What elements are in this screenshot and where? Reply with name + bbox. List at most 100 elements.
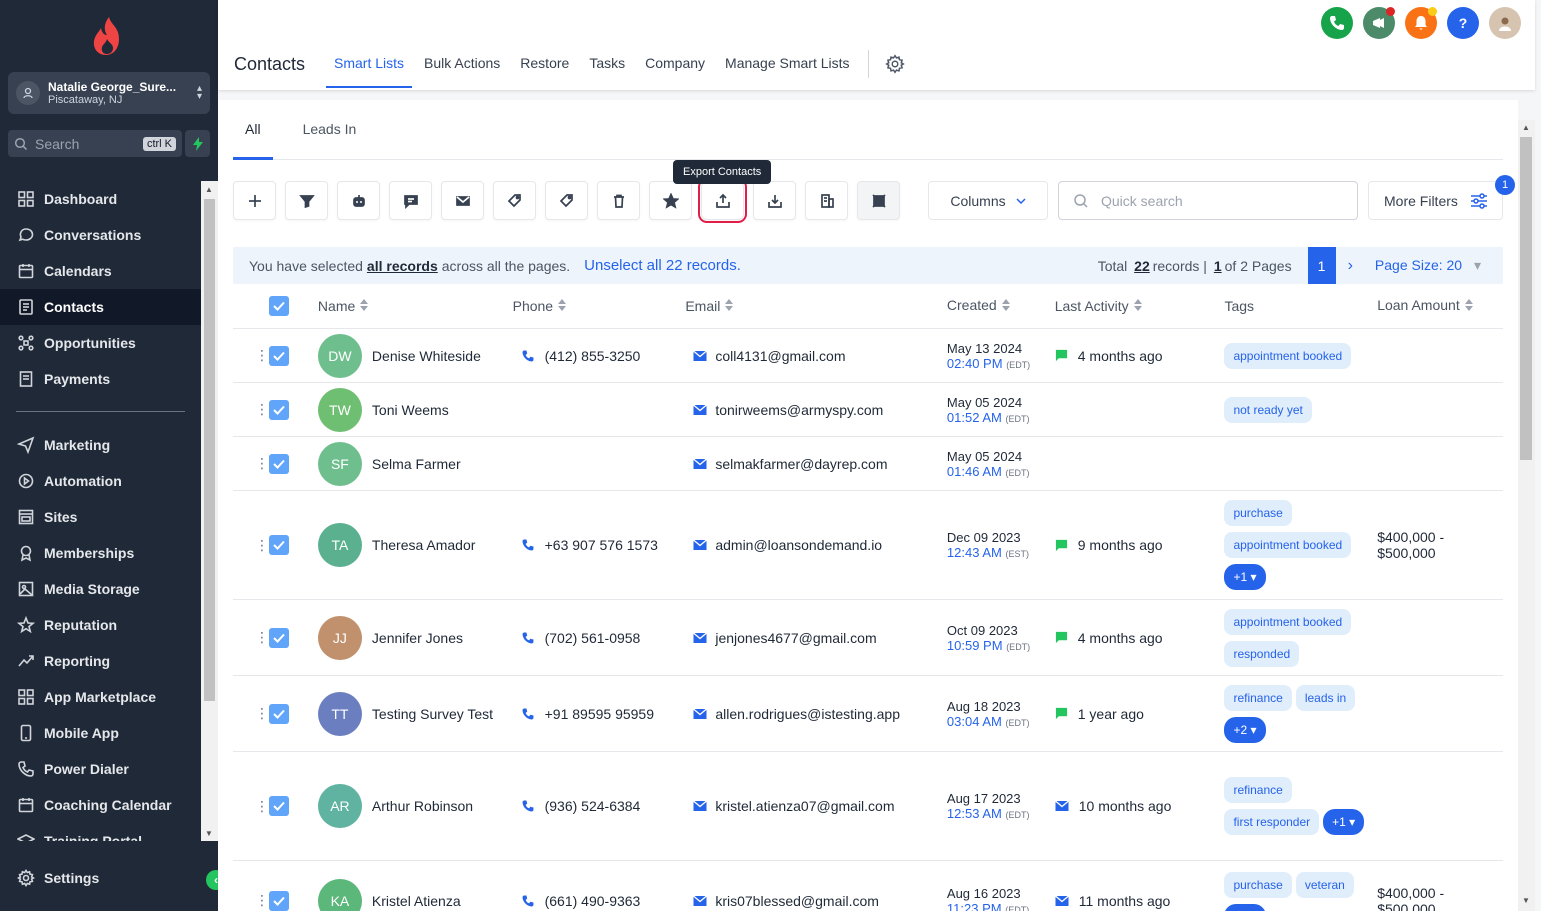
sidebar-item-training-portal[interactable]: Training Portal [0, 823, 201, 841]
contact-email[interactable]: selmakfarmer@dayrep.com [715, 456, 887, 472]
subtab-all[interactable]: All [233, 100, 273, 160]
tag-chip[interactable]: leads in [1295, 684, 1356, 711]
add-contact-button[interactable] [233, 181, 276, 220]
column-header-phone[interactable]: Phone [513, 298, 686, 315]
sidebar-scrollbar[interactable]: ▲ ▼ [201, 181, 218, 841]
more-tags-button[interactable]: +2 ▾ [1224, 903, 1266, 911]
sidebar-item-marketing[interactable]: Marketing [0, 427, 201, 463]
all-records-link[interactable]: all records [367, 258, 438, 274]
table-row[interactable]: ⋮ DW Denise Whiteside (412) 855-3250 coll413… [233, 329, 1503, 383]
row-menu-icon[interactable]: ⋮ [233, 705, 269, 722]
location-switcher[interactable]: Natalie George_Sure... Piscataway, NJ ▴ ▾ [8, 72, 210, 114]
filter-button[interactable] [285, 181, 328, 220]
next-page-icon[interactable]: › [1348, 257, 1353, 275]
tag-chip[interactable]: appointment booked [1224, 342, 1352, 369]
contact-email[interactable]: allen.rodrigues@istesting.app [715, 706, 900, 722]
sidebar-item-reputation[interactable]: Reputation [0, 607, 201, 643]
contact-email[interactable]: kris07blessed@gmail.com [715, 893, 879, 909]
tag-chip[interactable]: not ready yet [1224, 396, 1312, 423]
row-checkbox[interactable] [269, 453, 289, 474]
sidebar-item-opportunities[interactable]: Opportunities [0, 325, 201, 361]
phone-number[interactable]: +91 89595 95959 [545, 706, 654, 722]
scroll-thumb[interactable] [1520, 137, 1532, 460]
add-tag-button[interactable] [493, 181, 536, 220]
sidebar-item-coaching-calendar[interactable]: Coaching Calendar [0, 787, 201, 823]
column-header-loan-amount[interactable]: Loan Amount [1377, 297, 1503, 315]
page-1-button[interactable]: 1 [1307, 247, 1336, 284]
sidebar-item-settings[interactable]: Settings [0, 860, 201, 896]
sidebar-item-sites[interactable]: Sites [0, 499, 201, 535]
column-header-created[interactable]: Created [947, 297, 1055, 315]
sidebar-item-payments[interactable]: Payments [0, 361, 201, 397]
row-checkbox[interactable] [269, 796, 289, 816]
scroll-up-icon[interactable]: ▲ [1522, 123, 1530, 132]
row-checkbox[interactable] [269, 890, 289, 911]
row-checkbox[interactable] [269, 535, 289, 555]
table-row[interactable]: ⋮ TW Toni Weems tonirweems@armyspy.com May 0… [233, 383, 1503, 437]
scroll-down-icon[interactable]: ▼ [1522, 896, 1530, 905]
tag-chip[interactable]: purchase [1224, 871, 1292, 898]
more-filters-button[interactable]: More Filters [1368, 181, 1503, 220]
scroll-thumb[interactable] [204, 199, 215, 701]
announcements-button[interactable] [1363, 7, 1395, 39]
unselect-all-link[interactable]: Unselect all 22 records. [584, 257, 741, 274]
contact-name[interactable]: Theresa Amador [372, 537, 476, 553]
phone-number[interactable]: +63 907 576 1573 [545, 537, 658, 553]
contact-name[interactable]: Arthur Robinson [372, 798, 473, 814]
phone-number[interactable]: (412) 855-3250 [545, 348, 641, 364]
contact-email[interactable]: jenjones4677@gmail.com [715, 630, 876, 646]
contact-name[interactable]: Denise Whiteside [372, 348, 481, 364]
column-header-email[interactable]: Email [685, 298, 947, 315]
more-tags-button[interactable]: +1 ▾ [1224, 564, 1266, 590]
page-scrollbar[interactable]: ▲ ▼ [1518, 120, 1535, 911]
quick-actions-button[interactable] [185, 130, 210, 157]
send-email-button[interactable] [441, 181, 484, 220]
phone-number[interactable]: (936) 524-6384 [545, 798, 641, 814]
row-menu-icon[interactable]: ⋮ [233, 347, 269, 364]
send-sms-button[interactable] [389, 181, 432, 220]
tag-chip[interactable]: appointment booked [1224, 532, 1352, 558]
notifications-button[interactable] [1405, 7, 1437, 39]
contact-email[interactable]: kristel.atienza07@gmail.com [715, 798, 894, 814]
contact-email[interactable]: coll4131@gmail.com [715, 348, 845, 364]
tab-restore[interactable]: Restore [512, 40, 577, 88]
sidebar-item-mobile-app[interactable]: Mobile App [0, 715, 201, 751]
row-menu-icon[interactable]: ⋮ [233, 892, 269, 909]
tab-tasks[interactable]: Tasks [581, 40, 633, 88]
remove-tag-button[interactable] [545, 181, 588, 220]
sidebar-item-reporting[interactable]: Reporting [0, 643, 201, 679]
subtab-leads-in[interactable]: Leads In [291, 100, 369, 160]
help-button[interactable]: ? [1447, 7, 1479, 39]
row-menu-icon[interactable]: ⋮ [233, 455, 269, 472]
table-row[interactable]: ⋮ AR Arthur Robinson (936) 524-6384 kristel.… [233, 752, 1503, 861]
review-request-button[interactable] [649, 181, 692, 220]
row-checkbox[interactable] [269, 345, 289, 366]
table-row[interactable]: ⋮ TA Theresa Amador +63 907 576 1573 admin@l… [233, 491, 1503, 600]
tab-bulk-actions[interactable]: Bulk Actions [416, 40, 508, 88]
table-row[interactable]: ⋮ KA Kristel Atienza (661) 490-9363 kris07bl… [233, 861, 1503, 911]
row-menu-icon[interactable]: ⋮ [233, 798, 269, 815]
company-button[interactable] [805, 181, 848, 220]
tab-settings[interactable] [879, 40, 911, 88]
tag-chip[interactable]: appointment booked [1224, 608, 1352, 635]
table-row[interactable]: ⋮ JJ Jennifer Jones (702) 561-0958 jenjones4… [233, 600, 1503, 676]
delete-button[interactable] [597, 181, 640, 220]
tag-chip[interactable]: refinance [1224, 684, 1292, 711]
contact-name[interactable]: Jennifer Jones [372, 630, 463, 646]
tab-manage-smart-lists[interactable]: Manage Smart Lists [717, 40, 858, 88]
sidebar-search[interactable]: Search ctrl K [8, 130, 182, 157]
contact-name[interactable]: Selma Farmer [372, 456, 461, 472]
tag-chip[interactable]: responded [1224, 640, 1300, 667]
contact-email[interactable]: tonirweems@armyspy.com [715, 402, 883, 418]
row-menu-icon[interactable]: ⋮ [233, 401, 269, 418]
tag-chip[interactable]: veteran [1295, 871, 1354, 898]
sidebar-item-automation[interactable]: Automation [0, 463, 201, 499]
column-header-last-activity[interactable]: Last Activity [1055, 298, 1225, 315]
page-size-dropdown[interactable]: Page Size: 20 ▾ [1375, 257, 1481, 274]
sidebar-item-contacts[interactable]: Contacts [0, 289, 201, 325]
merge-button[interactable] [857, 181, 900, 220]
tab-smart-lists[interactable]: Smart Lists [326, 40, 413, 88]
sidebar-item-calendars[interactable]: Calendars [0, 253, 201, 289]
sidebar-item-conversations[interactable]: Conversations [0, 217, 201, 253]
phone-button[interactable] [1321, 7, 1353, 39]
